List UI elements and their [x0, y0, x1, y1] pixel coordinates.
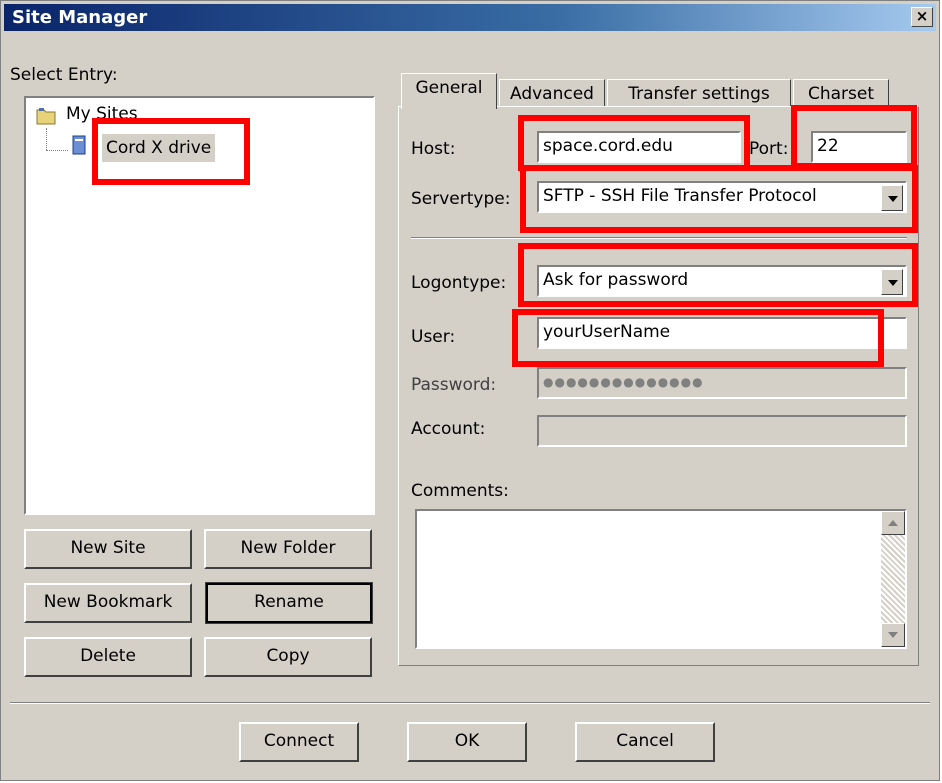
- folder-icon: [35, 106, 57, 126]
- close-button[interactable]: ×: [911, 7, 933, 27]
- rename-button[interactable]: Rename: [205, 582, 373, 624]
- password-input[interactable]: ●●●●●●●●●●●●●●: [537, 367, 907, 399]
- comments-textarea[interactable]: [415, 509, 907, 649]
- password-label: Password:: [411, 375, 497, 395]
- scroll-down-icon[interactable]: [881, 623, 905, 647]
- scroll-up-icon[interactable]: [881, 511, 905, 535]
- tree-line: [46, 150, 68, 152]
- chevron-down-icon[interactable]: [881, 185, 903, 211]
- logontype-value: Ask for password: [543, 270, 689, 290]
- host-input[interactable]: space.cord.edu: [537, 131, 741, 163]
- tab-general[interactable]: General: [401, 73, 497, 109]
- servertype-label: Servertype:: [411, 189, 511, 209]
- delete-button[interactable]: Delete: [24, 637, 192, 677]
- logontype-label: Logontype:: [411, 273, 507, 293]
- tree-item-my-sites[interactable]: My Sites: [66, 104, 138, 124]
- select-entry-label: Select Entry:: [10, 65, 118, 85]
- account-input[interactable]: [537, 415, 907, 447]
- bottom-separator: [10, 702, 930, 704]
- user-label: User:: [411, 327, 456, 347]
- title-bar[interactable]: Site Manager ×: [4, 4, 936, 31]
- server-icon: [70, 134, 90, 156]
- logontype-select[interactable]: Ask for password: [537, 265, 907, 297]
- connect-button[interactable]: Connect: [239, 722, 359, 762]
- copy-button[interactable]: Copy: [204, 637, 372, 677]
- new-folder-button[interactable]: New Folder: [204, 529, 372, 569]
- new-site-button[interactable]: New Site: [24, 529, 192, 569]
- ok-button[interactable]: OK: [407, 722, 527, 762]
- tab-advanced[interactable]: Advanced: [499, 79, 605, 109]
- site-manager-window: Site Manager × Select Entry: My Sites Co…: [0, 0, 940, 781]
- close-icon: ×: [915, 7, 929, 25]
- window-title: Site Manager: [12, 7, 148, 28]
- general-panel: Host: space.cord.edu Port: 22 Servertype…: [398, 106, 919, 666]
- site-tree[interactable]: My Sites Cord X drive: [24, 96, 375, 515]
- servertype-select[interactable]: SFTP - SSH File Transfer Protocol: [537, 181, 907, 213]
- comments-label: Comments:: [411, 481, 509, 501]
- tree-item-cord-x-drive[interactable]: Cord X drive: [102, 134, 216, 162]
- cancel-button[interactable]: Cancel: [575, 722, 715, 762]
- comments-scrollbar[interactable]: [881, 511, 905, 647]
- servertype-value: SFTP - SSH File Transfer Protocol: [543, 186, 817, 206]
- host-label: Host:: [411, 139, 456, 159]
- tab-charset[interactable]: Charset: [793, 79, 889, 109]
- new-bookmark-button[interactable]: New Bookmark: [24, 583, 192, 623]
- account-label: Account:: [411, 419, 486, 439]
- tree-line: [46, 128, 48, 150]
- port-input[interactable]: 22: [811, 131, 907, 163]
- tab-transfer-settings[interactable]: Transfer settings: [607, 79, 791, 109]
- separator: [411, 237, 907, 239]
- chevron-down-icon[interactable]: [881, 269, 903, 295]
- select-entry-text: Select Entry:: [10, 65, 118, 85]
- user-input[interactable]: yourUserName: [537, 317, 907, 349]
- port-label: Port:: [749, 139, 789, 159]
